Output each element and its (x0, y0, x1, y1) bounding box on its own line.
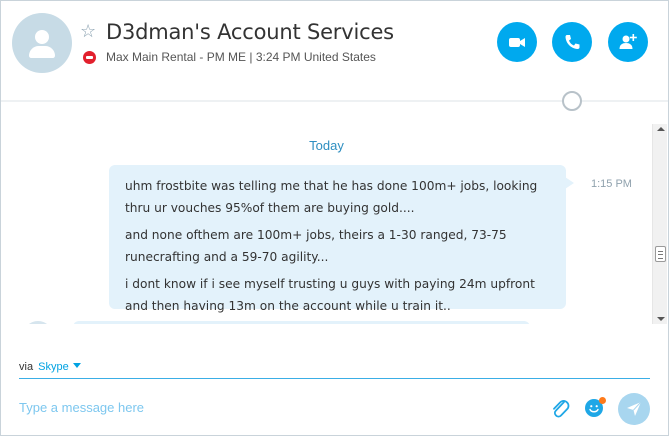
scroll-down-arrow-icon[interactable] (657, 317, 665, 321)
message-paragraph: and none ofthem are 100m+ jobs, theirs a… (125, 228, 507, 264)
composer-divider (19, 378, 650, 379)
conversation-header: ☆ D3dman's Account Services Max Main Ren… (1, 1, 668, 101)
message-paragraph: i dont know if i see myself trusting u g… (125, 277, 535, 313)
sender-avatar[interactable] (23, 321, 53, 324)
audio-call-button[interactable] (552, 22, 592, 62)
do-not-disturb-icon (83, 51, 96, 64)
chat-scrollbar[interactable] (652, 124, 667, 324)
contact-avatar[interactable] (12, 13, 72, 73)
day-separator: Today (309, 138, 344, 153)
chevron-down-icon[interactable] (72, 363, 81, 368)
contact-status-text: Max Main Rental - PM ME | 3:24 PM United… (106, 50, 376, 64)
via-service-name[interactable]: Skype (38, 361, 69, 373)
via-label: via (19, 361, 34, 373)
message-timestamp: 1:15 PM (591, 178, 632, 190)
paperclip-icon[interactable] (549, 397, 571, 421)
send-icon (627, 401, 642, 416)
message-paragraph: uhm frostbite was telling me that he has… (125, 179, 538, 215)
send-button[interactable] (618, 393, 650, 425)
notification-dot-icon (599, 397, 606, 404)
avatar-head (35, 30, 49, 44)
video-call-button[interactable] (497, 22, 537, 62)
phone-icon (565, 35, 580, 49)
favorite-star-icon[interactable]: ☆ (80, 21, 96, 43)
contact-name[interactable]: D3dman's Account Services (106, 20, 394, 44)
scroll-up-arrow-icon[interactable] (657, 127, 665, 131)
scroll-thumb[interactable] (655, 246, 666, 262)
via-service-selector[interactable]: via Skype (19, 361, 81, 373)
video-camera-icon (509, 38, 525, 47)
message-bubble-partial[interactable] (73, 321, 530, 324)
add-people-button[interactable] (608, 22, 648, 62)
message-bubble[interactable]: uhm frostbite was telling me that he has… (109, 165, 574, 313)
message-input[interactable] (13, 393, 533, 421)
conversation-window: ☆ D3dman's Account Services Max Main Ren… (0, 0, 669, 436)
chat-history: Today uhm frostbite was telling me that … (1, 102, 652, 324)
add-person-icon (619, 34, 637, 49)
emoticon-icon[interactable] (585, 397, 606, 417)
avatar-body (29, 46, 55, 58)
